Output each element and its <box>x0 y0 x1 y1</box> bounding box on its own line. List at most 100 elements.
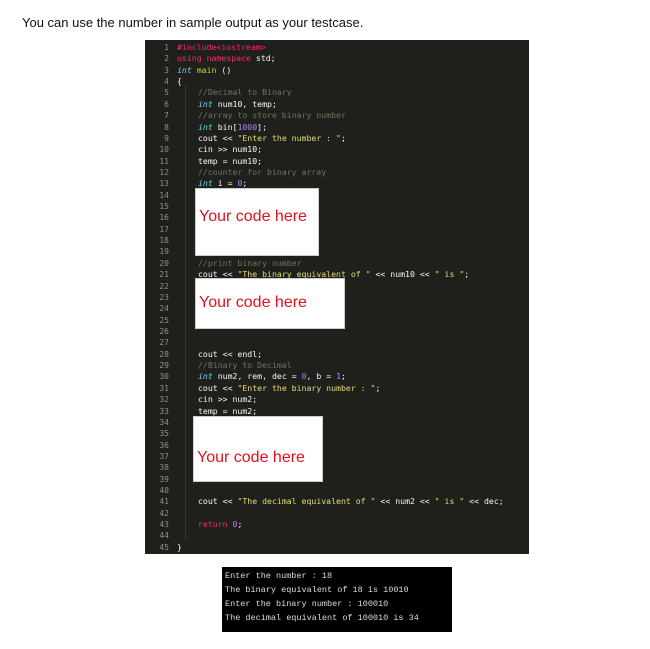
line-number: 43 <box>159 520 169 530</box>
line-number: 3 <box>164 65 169 75</box>
code-token: #include<iostream> <box>177 42 266 52</box>
code-token: main <box>196 64 217 75</box>
instruction-text: You can use the number in sample output … <box>22 15 364 30</box>
console-output: Enter the number : 18 The binary equival… <box>222 567 452 632</box>
console-line: The binary equivalent of 18 is 10010 <box>225 585 409 595</box>
line-number: 7 <box>164 111 169 121</box>
code-line: cin >> num10; <box>198 144 262 155</box>
code-line: int num10, temp; <box>198 99 277 110</box>
placeholder-label: Your code here <box>197 449 305 466</box>
code-token: ; <box>464 269 470 280</box>
line-number: 27 <box>159 338 169 348</box>
placeholder-label: Your code here <box>199 208 307 225</box>
code-token: cout << <box>198 132 233 143</box>
line-number: 42 <box>159 508 169 518</box>
code-token: int <box>198 178 213 189</box>
line-number: 35 <box>159 429 169 439</box>
line-number: 16 <box>159 213 169 223</box>
code-token: int <box>198 121 213 132</box>
code-token: ; <box>237 519 243 530</box>
line-number: 38 <box>159 463 169 473</box>
code-token: //print binary number <box>198 257 302 268</box>
line-number: 6 <box>164 99 169 109</box>
code-line: } <box>177 542 182 553</box>
line-number: 5 <box>164 88 169 98</box>
indent-guide <box>185 85 186 540</box>
code-token: } <box>177 541 182 552</box>
line-number: 39 <box>159 474 169 484</box>
line-number: 29 <box>159 361 169 371</box>
code-token: //Binary to Decimal <box>198 360 292 371</box>
code-line: //print binary number <box>198 258 302 269</box>
code-token: //Decimal to Binary <box>198 87 292 98</box>
code-token: ; <box>341 371 346 382</box>
code-line: int bin[1000]; <box>198 122 267 133</box>
code-placeholder-3: Your code here <box>193 416 323 482</box>
line-number: 17 <box>159 224 169 234</box>
code-token: temp = num2; <box>198 405 258 416</box>
code-line: temp = num10; <box>198 156 262 167</box>
code-line: //Binary to Decimal <box>198 360 292 371</box>
line-number: 24 <box>159 304 169 314</box>
line-number: 34 <box>159 417 169 427</box>
code-placeholder-1: Your code here <box>195 188 319 256</box>
code-token: " is " <box>434 269 465 280</box>
code-token: "The decimal equivalent of " <box>237 496 376 507</box>
code-token: , b = <box>306 371 332 382</box>
code-token: int <box>198 98 213 109</box>
code-token: "Enter the number : " <box>237 132 341 143</box>
line-number: 33 <box>159 406 169 416</box>
placeholder-label: Your code here <box>199 294 307 311</box>
code-line: { <box>177 76 182 87</box>
code-token: i = <box>217 178 233 189</box>
code-token: ]; <box>257 121 268 132</box>
code-token: cout << endl; <box>198 348 263 359</box>
code-line: int num2, rem, dec = 0, b = 1; <box>198 371 346 382</box>
line-number: 12 <box>159 167 169 177</box>
code-token: using namespace <box>177 53 251 64</box>
line-number: 15 <box>159 202 169 212</box>
code-line: cout << endl; <box>198 349 262 360</box>
code-token: ; <box>375 382 381 393</box>
line-number: 13 <box>159 179 169 189</box>
line-number: 19 <box>159 247 169 257</box>
line-number: 44 <box>159 531 169 541</box>
line-number: 28 <box>159 349 169 359</box>
code-line: return 0; <box>198 519 242 530</box>
code-line: #include<iostream> <box>177 42 266 53</box>
code-token: { <box>177 76 182 87</box>
line-number: 37 <box>159 451 169 461</box>
code-line: int main () <box>177 65 231 76</box>
console-line: Enter the binary number : 100010 <box>225 599 389 609</box>
code-token: << num2 << <box>380 496 430 507</box>
code-token: cin >> num10; <box>198 144 263 155</box>
code-token: int <box>177 64 192 75</box>
line-number: 22 <box>159 281 169 291</box>
code-token: temp = num10; <box>198 155 263 166</box>
code-line: cin >> num2; <box>198 394 257 405</box>
code-token: cout << <box>198 382 233 393</box>
code-token: "Enter the binary number : " <box>237 382 376 393</box>
code-token: << num10 << <box>375 269 430 280</box>
code-token: //counter for binary array <box>198 166 327 177</box>
line-number: 41 <box>159 497 169 507</box>
line-number: 18 <box>159 236 169 246</box>
code-token: cin >> num2; <box>198 394 258 405</box>
line-number: 20 <box>159 258 169 268</box>
code-line: cout << "Enter the number : "; <box>198 133 346 144</box>
code-token: num10, temp; <box>217 98 277 109</box>
code-placeholder-2: Your code here <box>195 278 345 329</box>
code-token: std; <box>255 53 276 64</box>
code-token: ; <box>242 178 248 189</box>
line-number: 31 <box>159 383 169 393</box>
console-line: Enter the number : 18 <box>225 571 333 581</box>
line-number: 4 <box>164 77 169 87</box>
code-token: //array to store binary number <box>198 110 346 121</box>
code-line: //Decimal to Binary <box>198 87 292 98</box>
code-line: using namespace std; <box>177 53 276 64</box>
line-number: 9 <box>164 133 169 143</box>
code-line: //counter for binary array <box>198 167 326 178</box>
line-number: 14 <box>159 190 169 200</box>
line-number: 36 <box>159 440 169 450</box>
line-number: 40 <box>159 486 169 496</box>
